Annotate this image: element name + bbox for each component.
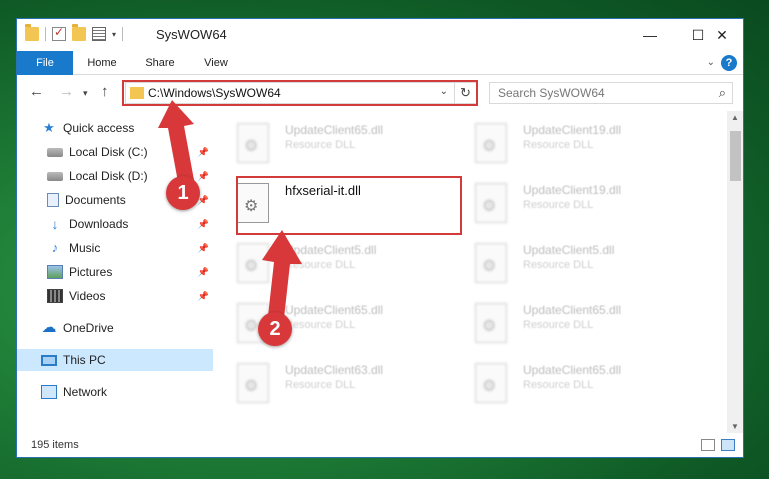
step-2-badge: 2 bbox=[258, 312, 292, 346]
arrow-2-icon bbox=[262, 230, 302, 318]
annotation-arrows bbox=[158, 100, 302, 318]
arrow-1-icon bbox=[158, 100, 194, 182]
step-1-badge: 1 bbox=[166, 176, 200, 210]
